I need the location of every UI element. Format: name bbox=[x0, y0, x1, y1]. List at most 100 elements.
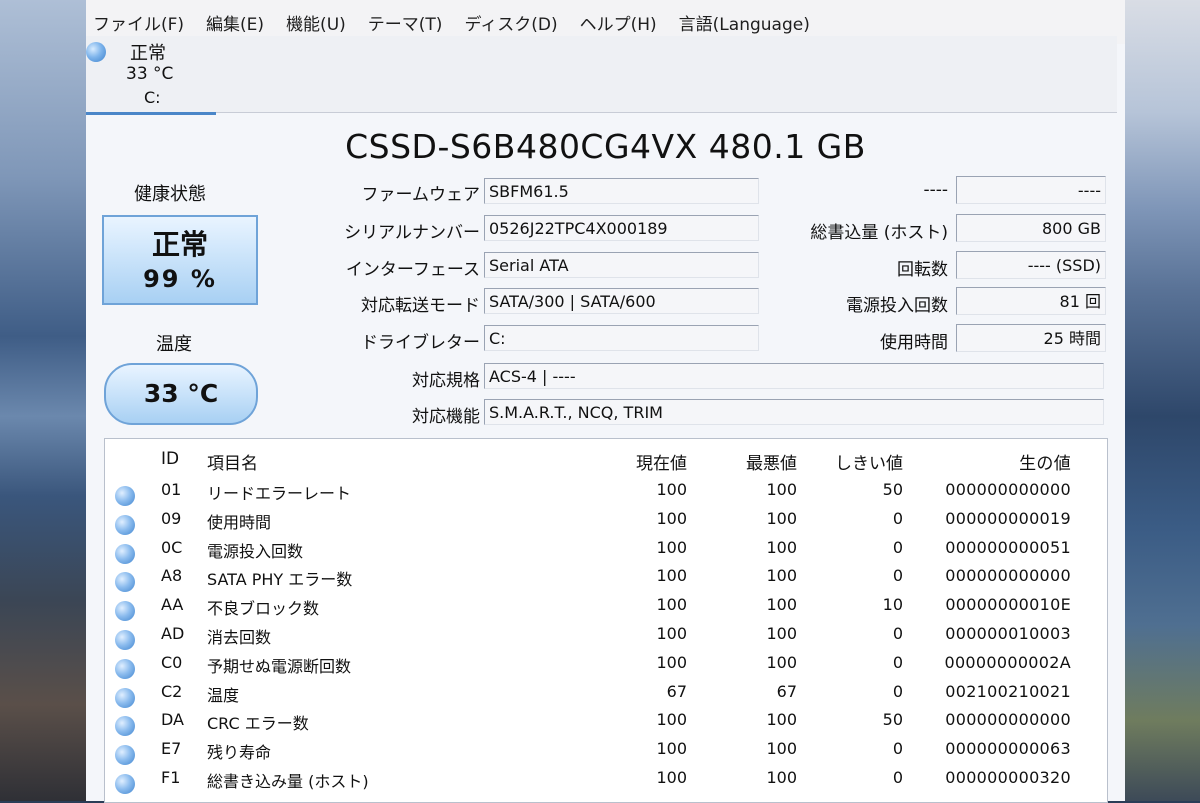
cell-id: AA bbox=[161, 595, 184, 615]
table-row[interactable]: AD 消去回数 100 100 0 000000010003 bbox=[105, 624, 1107, 653]
cell-worst: 100 bbox=[766, 480, 797, 499]
cell-id: C2 bbox=[161, 681, 183, 701]
cell-current: 100 bbox=[656, 537, 687, 557]
menu-disk[interactable]: ディスク(D) bbox=[464, 10, 557, 35]
rotation-label: 回転数 bbox=[897, 260, 948, 280]
status-dot-icon bbox=[115, 716, 135, 737]
blank-label: ---- bbox=[923, 180, 948, 200]
drive-model-title: CSSD-S6B480CG4VX 480.1 GB bbox=[345, 127, 866, 166]
cell-raw: 002100210021 bbox=[945, 681, 1071, 701]
cell-worst: 100 bbox=[766, 739, 797, 759]
cell-current: 100 bbox=[656, 768, 687, 787]
drive-tab-temp: 33 °C bbox=[126, 64, 174, 84]
cell-threshold: 0 bbox=[892, 566, 903, 586]
power-count-label: 電源投入回数 bbox=[846, 296, 948, 316]
header-current[interactable]: 現在値 bbox=[605, 449, 687, 474]
drive-tab-letter: C: bbox=[144, 88, 161, 107]
cell-worst: 100 bbox=[766, 768, 797, 787]
cell-current: 100 bbox=[656, 710, 687, 730]
status-dot-icon bbox=[115, 572, 135, 593]
cell-threshold: 50 bbox=[882, 710, 903, 730]
transfer-mode-value: SATA/300 | SATA/600 bbox=[484, 288, 759, 314]
cell-worst: 100 bbox=[766, 566, 797, 586]
cell-current: 100 bbox=[656, 652, 687, 672]
header-name[interactable]: 項目名 bbox=[207, 449, 587, 474]
cell-threshold: 0 bbox=[892, 624, 903, 643]
header-id[interactable]: ID bbox=[161, 449, 201, 469]
health-status-icon bbox=[86, 42, 106, 62]
menu-function[interactable]: 機能(U) bbox=[286, 10, 346, 35]
cell-raw: 00000000010E bbox=[945, 595, 1071, 615]
menu-help[interactable]: ヘルプ(H) bbox=[580, 10, 657, 35]
cell-worst: 100 bbox=[766, 624, 797, 643]
table-row[interactable]: 09 使用時間 100 100 0 000000000019 bbox=[105, 509, 1107, 538]
cell-current: 100 bbox=[656, 480, 687, 499]
cell-worst: 100 bbox=[766, 537, 797, 557]
table-row[interactable]: 0C 電源投入回数 100 100 0 000000000051 bbox=[105, 538, 1107, 567]
header-threshold[interactable]: しきい値 bbox=[825, 449, 903, 474]
cell-current: 100 bbox=[656, 624, 687, 643]
cell-worst: 100 bbox=[766, 710, 797, 730]
power-hours-label: 使用時間 bbox=[880, 333, 948, 353]
cell-raw: 000000000063 bbox=[945, 739, 1071, 759]
menu-edit[interactable]: 編集(E) bbox=[206, 10, 264, 35]
health-percent: 99 % bbox=[143, 265, 217, 293]
table-row[interactable]: DA CRC エラー数 100 100 50 000000000000 bbox=[105, 710, 1107, 739]
health-status-text: 正常 bbox=[151, 228, 208, 261]
health-status-button[interactable]: 正常 99 % bbox=[102, 215, 258, 305]
cell-id: 01 bbox=[161, 480, 182, 499]
temperature-button[interactable]: 33 °C bbox=[104, 363, 258, 425]
table-row[interactable]: AA 不良ブロック数 100 100 10 00000000010E bbox=[105, 595, 1107, 624]
serial-value[interactable]: 0526J22TPC4X000189 bbox=[484, 215, 759, 241]
menu-file[interactable]: ファイル(F) bbox=[93, 10, 184, 35]
cell-worst: 100 bbox=[766, 508, 797, 528]
cell-current: 100 bbox=[656, 595, 687, 615]
header-raw[interactable]: 生の値 bbox=[925, 449, 1071, 474]
table-row[interactable]: 01 リードエラーレート 100 100 50 000000000000 bbox=[105, 480, 1107, 509]
cell-id: C0 bbox=[161, 652, 183, 672]
drive-letter-value: C: bbox=[484, 325, 759, 351]
table-row[interactable]: F1 総書き込み量 (ホスト) 100 100 0 000000000320 bbox=[105, 768, 1107, 797]
status-dot-icon bbox=[115, 601, 135, 622]
table-row[interactable]: C2 温度 67 67 0 002100210021 bbox=[105, 682, 1107, 711]
firmware-value: SBFM61.5 bbox=[484, 178, 759, 204]
power-hours-value: 25 時間 bbox=[956, 324, 1106, 352]
menu-theme[interactable]: テーマ(T) bbox=[368, 10, 443, 35]
features-value: S.M.A.R.T., NCQ, TRIM bbox=[484, 399, 1104, 425]
table-row[interactable]: A8 SATA PHY エラー数 100 100 0 000000000000 bbox=[105, 566, 1107, 595]
standard-label: 対応規格 bbox=[412, 371, 480, 391]
cell-raw: 000000000000 bbox=[945, 710, 1071, 730]
status-dot-icon bbox=[115, 687, 135, 708]
cell-raw: 000000010003 bbox=[945, 624, 1071, 643]
drive-selector-bar: 正常 33 °C C: bbox=[86, 36, 1117, 115]
status-dot-icon bbox=[115, 658, 135, 679]
cell-id: 0C bbox=[161, 537, 183, 557]
cell-name: 消去回数 bbox=[207, 628, 272, 647]
table-row[interactable]: C0 予期せぬ電源断回数 100 100 0 00000000002A bbox=[105, 653, 1107, 682]
menu-language[interactable]: 言語(Language) bbox=[679, 10, 810, 35]
table-row[interactable]: E7 残り寿命 100 100 0 000000000063 bbox=[105, 739, 1107, 768]
cell-threshold: 50 bbox=[882, 480, 903, 499]
host-writes-label: 総書込量 (ホスト) bbox=[810, 223, 948, 243]
drive-tab-status: 正常 bbox=[130, 43, 166, 64]
features-label: 対応機能 bbox=[412, 407, 480, 427]
cell-raw: 000000000000 bbox=[945, 566, 1071, 586]
status-dot-icon bbox=[115, 630, 135, 650]
cell-worst: 100 bbox=[766, 652, 797, 672]
cell-threshold: 0 bbox=[892, 537, 903, 557]
header-worst[interactable]: 最悪値 bbox=[715, 449, 797, 474]
host-writes-value: 800 GB bbox=[956, 214, 1106, 242]
cell-raw: 000000000019 bbox=[945, 508, 1071, 528]
health-label: 健康状態 bbox=[134, 184, 206, 205]
status-dot-icon bbox=[115, 774, 135, 794]
cell-name: 電源投入回数 bbox=[207, 541, 304, 561]
cell-threshold: 0 bbox=[892, 739, 903, 759]
status-dot-icon bbox=[115, 486, 135, 506]
cell-threshold: 10 bbox=[882, 595, 903, 615]
cell-name: 総書き込み量 (ホスト) bbox=[207, 772, 369, 791]
drive-tab-c[interactable]: 正常 33 °C C: bbox=[86, 36, 216, 115]
smart-attributes-table: ID 項目名 現在値 最悪値 しきい値 生の値 01 リードエラーレート 100 10… bbox=[104, 438, 1108, 803]
standard-value: ACS-4 | ---- bbox=[484, 363, 1104, 389]
cell-name: リードエラーレート bbox=[207, 484, 352, 503]
cell-raw: 000000000000 bbox=[945, 480, 1071, 499]
